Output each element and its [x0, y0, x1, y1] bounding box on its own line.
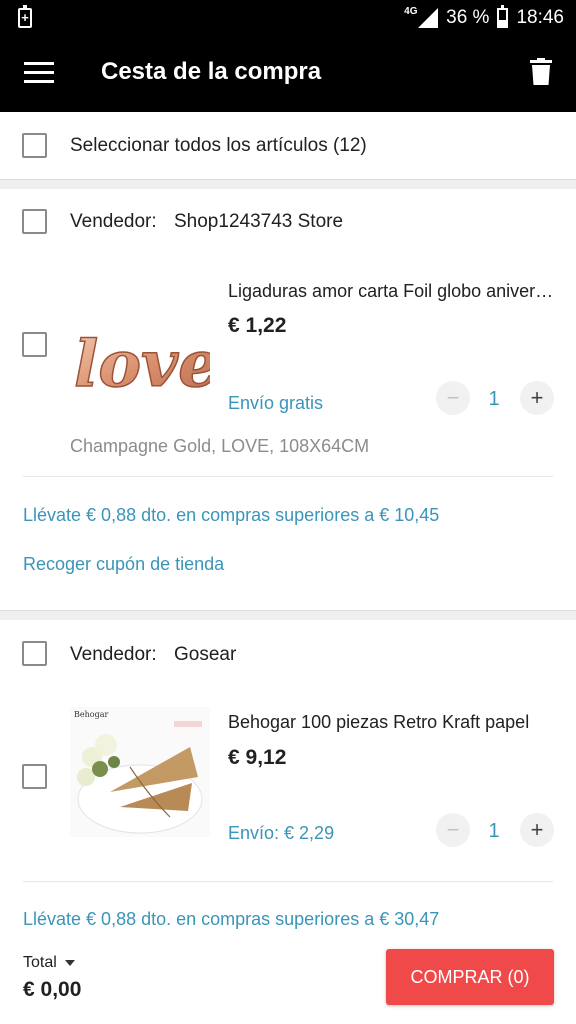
quantity-value: 1	[488, 820, 500, 842]
section-divider	[0, 610, 576, 620]
product-image-kraft-cones[interactable]: Behogar	[70, 707, 210, 837]
seller-name[interactable]: Shop1243743 Store	[174, 211, 343, 233]
select-all-label: Seleccionar todos los artículos (12)	[70, 135, 367, 156]
product-variant[interactable]: Champagne Gold, LOVE, 108X64CM	[70, 436, 369, 457]
product-title[interactable]: Behogar 100 piezas Retro Kraft papel	[228, 712, 554, 733]
app-bar: Cesta de la compra	[0, 36, 576, 112]
shipping-info: Envío: € 2,29	[228, 823, 335, 843]
trash-icon[interactable]	[530, 58, 552, 86]
store-checkbox[interactable]	[22, 209, 47, 234]
checkout-bar: Total € 0,00 COMPRAR (0)	[0, 940, 576, 1024]
shipping-info: Envío gratis	[228, 393, 324, 413]
decrease-quantity-button[interactable]: −	[436, 813, 470, 847]
store-promo[interactable]: Llévate € 0,88 dto. en compras superiore…	[23, 909, 439, 930]
item-checkbox[interactable]	[22, 764, 47, 789]
decrease-quantity-button[interactable]: −	[436, 381, 470, 415]
store-checkbox[interactable]	[22, 641, 47, 666]
item-divider	[23, 881, 553, 882]
seller-label: Vendedor:	[70, 644, 157, 665]
signal-icon: 4G	[404, 6, 439, 30]
menu-icon[interactable]	[24, 62, 54, 84]
section-divider	[0, 179, 576, 189]
battery-percent: 36 %	[446, 7, 490, 28]
select-all-checkbox[interactable]	[22, 133, 47, 158]
quantity-value: 1	[488, 388, 500, 410]
total-value: € 0,00	[23, 978, 82, 1001]
item-divider	[23, 476, 553, 477]
buy-button[interactable]: COMPRAR (0)	[386, 949, 554, 1005]
battery-charging-icon: +	[18, 5, 32, 28]
item-checkbox[interactable]	[22, 332, 47, 357]
increase-quantity-button[interactable]: +	[520, 381, 554, 415]
page-title: Cesta de la compra	[101, 58, 322, 85]
product-price: € 1,22	[228, 314, 287, 337]
product-image-text: love	[74, 327, 210, 402]
status-bar: + 4G 36 % 18:46	[0, 0, 576, 36]
store-promo[interactable]: Llévate € 0,88 dto. en compras superiore…	[23, 505, 439, 526]
collect-coupon-link[interactable]: Recoger cupón de tienda	[23, 554, 224, 575]
increase-quantity-button[interactable]: +	[520, 813, 554, 847]
network-type: 4G	[404, 6, 418, 17]
product-price: € 9,12	[228, 746, 287, 769]
seller-label: Vendedor:	[70, 211, 157, 232]
total-label-container[interactable]: Total	[23, 954, 76, 972]
product-image-love-balloon[interactable]: love	[70, 278, 210, 408]
product-image-brand: Behogar	[74, 710, 108, 719]
chevron-down-icon	[65, 959, 76, 966]
seller-name[interactable]: Gosear	[174, 644, 236, 666]
total-label: Total	[23, 954, 57, 971]
clock: 18:46	[516, 7, 564, 28]
battery-icon	[497, 5, 509, 28]
product-title[interactable]: Ligaduras amor carta Foil globo aniversa…	[228, 281, 554, 302]
